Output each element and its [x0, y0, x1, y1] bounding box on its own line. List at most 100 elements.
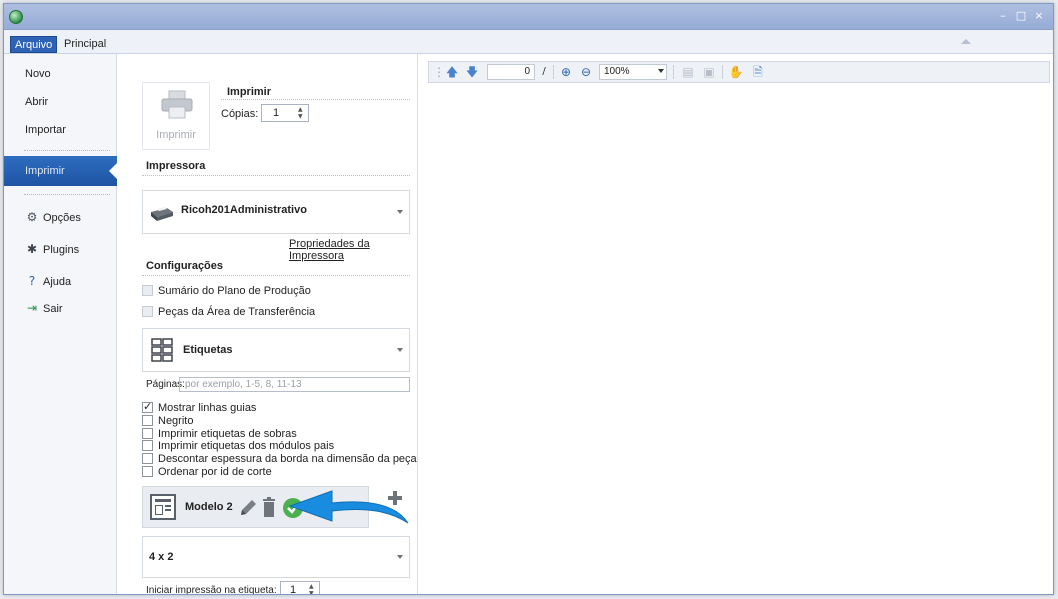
sidebar-item-ajuda[interactable]: ? Ajuda: [4, 270, 117, 292]
checkbox-label: Imprimir etiquetas dos módulos pais: [158, 440, 335, 452]
print-button-label: Imprimir: [156, 129, 196, 141]
copies-value: 1: [272, 107, 280, 119]
toolbar-grip-icon: ⋮: [433, 65, 445, 79]
print-button[interactable]: Imprimir: [142, 82, 210, 150]
checkbox[interactable]: [142, 453, 153, 464]
maximize-button[interactable]: □: [1015, 10, 1027, 22]
label-model-icon: [150, 494, 176, 520]
printer-properties-link[interactable]: Propriedades da Impressora: [289, 238, 417, 262]
help-icon: ?: [28, 274, 36, 288]
checkbox-label: Descontar espessura da borda na dimensão…: [158, 453, 417, 465]
start-value: 1: [289, 584, 297, 595]
chevron-down-icon: [397, 210, 403, 214]
copies-label: Cópias:: [221, 108, 259, 120]
pages-placeholder: por exemplo, 1-5, 8, 11-13: [185, 379, 302, 390]
annotation-arrow-icon: [288, 490, 409, 524]
printer-icon: [161, 90, 193, 119]
chevron-down-icon[interactable]: [658, 69, 664, 73]
checkbox[interactable]: [142, 285, 153, 296]
sidebar-item-label: Plugins: [43, 244, 80, 256]
sidebar-item-label: Opções: [43, 212, 81, 224]
printer-select[interactable]: Ricoh201Administrativo: [142, 190, 410, 234]
checkbox-label: Ordenar por id de corte: [158, 466, 272, 478]
hand-tool-icon[interactable]: ✋: [727, 64, 745, 80]
chevron-down-icon: [397, 348, 403, 352]
layout-value: Etiquetas: [183, 344, 233, 356]
divider: [142, 275, 410, 276]
zoom-out-icon[interactable]: ⊖: [577, 64, 595, 80]
sidebar-item-sair[interactable]: ⇥ Sair: [4, 297, 117, 319]
sidebar-item-importar[interactable]: Importar: [4, 119, 117, 141]
app-logo-icon: [9, 10, 23, 24]
sidebar-item-opcoes[interactable]: ⚙ Opções: [4, 206, 117, 228]
checkbox[interactable]: [142, 306, 153, 317]
trash-icon[interactable]: [261, 497, 277, 519]
minimize-button[interactable]: –: [997, 10, 1009, 22]
zoom-value: 100%: [604, 66, 630, 77]
previous-page-icon[interactable]: 🡅: [443, 64, 461, 80]
title-bar: – □ ×: [4, 4, 1053, 30]
checkbox[interactable]: [142, 400, 153, 414]
tab-principal[interactable]: Principal: [60, 36, 110, 53]
sidebar-item-label: Abrir: [25, 96, 49, 108]
printer-name: Ricoh201Administrativo: [181, 204, 307, 216]
pages-input[interactable]: por exemplo, 1-5, 8, 11-13: [179, 377, 410, 392]
page-separator: /: [542, 66, 546, 77]
settings-section-title: Configurações: [146, 260, 224, 272]
window-controls: – □ ×: [997, 10, 1045, 22]
checkbox[interactable]: [142, 428, 153, 439]
checkbox[interactable]: [142, 415, 153, 426]
app-window: – □ × Arquivo Principal Novo Abrir Impor…: [3, 3, 1054, 595]
collapse-ribbon-icon[interactable]: [961, 39, 971, 44]
page-number-input[interactable]: 0: [487, 64, 535, 80]
checkbox-label: Mostrar linhas guias: [158, 402, 257, 414]
divider: [142, 175, 410, 176]
sidebar-item-imprimir[interactable]: Imprimir: [4, 156, 117, 186]
checkbox-label: Sumário do Plano de Produção: [158, 285, 311, 297]
stepper-arrows-icon[interactable]: ▲ ▼: [298, 106, 306, 120]
menu-bar: Arquivo Principal: [4, 30, 1053, 54]
checkbox-label: Negrito: [158, 415, 194, 427]
fit-page-icon[interactable]: ▣: [700, 64, 718, 80]
toolbar-separator: [722, 65, 723, 79]
label-size-select[interactable]: 4 x 2: [142, 536, 410, 578]
printer-device-icon: [151, 207, 173, 221]
close-button[interactable]: ×: [1033, 10, 1045, 22]
checkbox[interactable]: [142, 466, 153, 477]
sidebar-item-novo[interactable]: Novo: [4, 63, 117, 85]
zoom-in-icon[interactable]: ⊕: [557, 64, 575, 80]
sidebar-divider: [24, 150, 110, 151]
sidebar-divider: [24, 194, 110, 195]
sidebar-item-label: Novo: [25, 68, 51, 80]
print-title: Imprimir: [227, 86, 272, 98]
edit-pencil-icon[interactable]: [238, 498, 258, 518]
start-label-stepper[interactable]: 1 ▲ ▼: [280, 581, 320, 595]
sidebar-item-label: Imprimir: [25, 165, 65, 177]
checkbox-label: Peças da Área de Transferência: [158, 306, 316, 318]
puzzle-icon: ✱: [26, 242, 38, 256]
export-document-icon[interactable]: 🗎: [749, 64, 767, 80]
toolbar-separator: [673, 65, 674, 79]
exit-icon: ⇥: [26, 301, 38, 315]
single-page-icon[interactable]: ▤: [679, 64, 697, 80]
layout-select[interactable]: Etiquetas: [142, 328, 410, 372]
labels-grid-icon: [151, 338, 173, 362]
stepper-arrows-icon[interactable]: ▲ ▼: [309, 583, 317, 594]
gear-icon: ⚙: [26, 210, 38, 224]
preview-toolbar: ⋮ 🡅 🡇 0 / ⊕ ⊖ 100% ▤ ▣ ✋ 🗎: [428, 61, 1050, 83]
backstage-sidebar: Novo Abrir Importar Imprimir ⚙ Opções ✱ Pl…: [4, 54, 117, 594]
label-size-value: 4 x 2: [149, 551, 174, 563]
tab-arquivo[interactable]: Arquivo: [10, 36, 58, 53]
zoom-select[interactable]: 100%: [599, 64, 667, 80]
printer-section-title: Impressora: [146, 160, 206, 172]
sidebar-item-abrir[interactable]: Abrir: [4, 91, 117, 113]
sidebar-item-label: Ajuda: [43, 276, 72, 288]
divider: [221, 99, 410, 100]
checkbox[interactable]: [142, 440, 153, 451]
sidebar-item-label: Importar: [25, 124, 66, 136]
sidebar-item-plugins[interactable]: ✱ Plugins: [4, 238, 117, 260]
start-label: Iniciar impressão na etiqueta:: [146, 585, 277, 595]
next-page-icon[interactable]: 🡇: [463, 64, 481, 80]
copies-stepper[interactable]: 1 ▲ ▼: [261, 104, 309, 122]
toolbar-separator: [553, 65, 554, 79]
